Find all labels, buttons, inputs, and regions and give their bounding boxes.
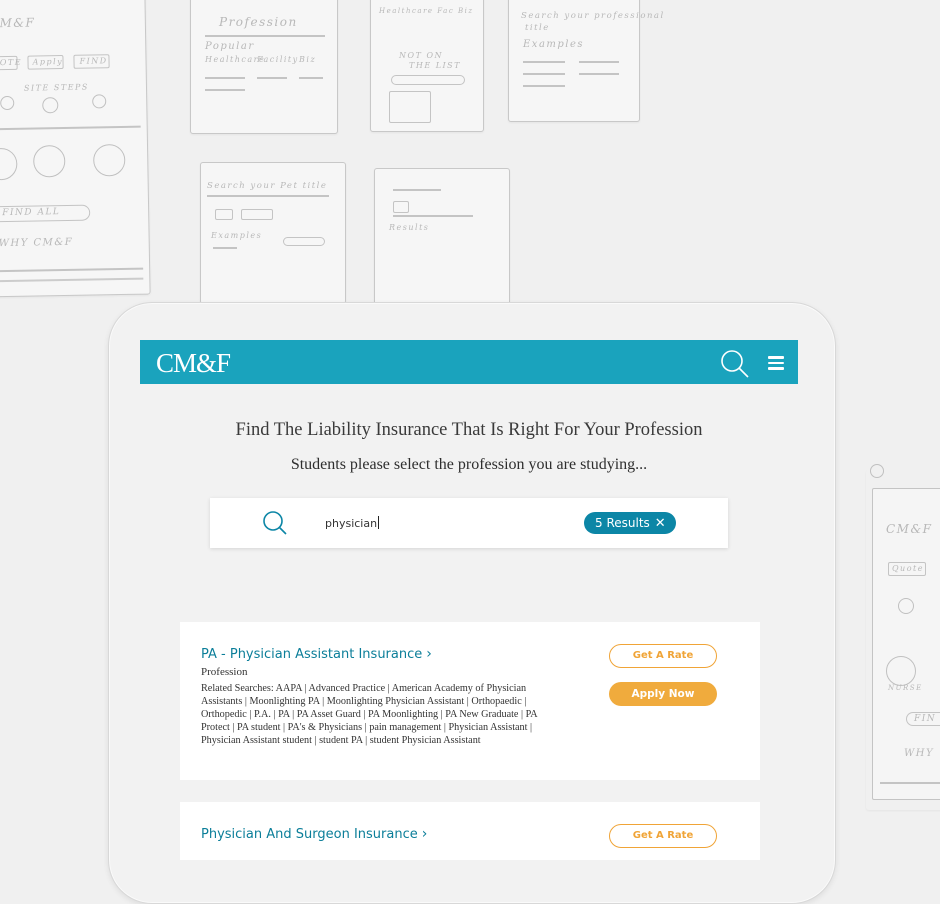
logo[interactable]: CM&F	[156, 348, 231, 379]
sketch-right: CM&F Quote NURSE FIN WHY	[866, 464, 940, 810]
sketch-step-circle	[0, 95, 15, 111]
sketch-line	[207, 195, 329, 197]
sketch-line	[0, 267, 144, 272]
search-input-value: physician	[325, 517, 378, 530]
search-icon[interactable]	[262, 510, 288, 536]
sketch-line	[205, 89, 245, 91]
sketch-step-circle	[42, 97, 59, 114]
sketch-label: Apply	[32, 57, 64, 67]
page-title: Find The Liability Insurance That Is Rig…	[235, 420, 703, 440]
sketch-search-label: Search your professional	[521, 11, 665, 21]
apply-now-button[interactable]: Apply Now	[609, 682, 717, 706]
sketch-line	[523, 73, 565, 75]
sketch-list: THE LIST	[409, 61, 461, 70]
sketch-item: Biz	[299, 55, 317, 64]
sketch-pill	[391, 75, 465, 85]
sketch-why: WHY	[904, 748, 935, 759]
result-title: PA - Physician Assistant Insurance	[201, 647, 423, 662]
sketch-line	[523, 61, 565, 63]
sketch-results: Results	[374, 168, 510, 310]
close-icon[interactable]: ✕	[655, 516, 666, 531]
result-card: Physician And Surgeon Insurance › Get A R…	[180, 802, 760, 860]
sketch-item: Facility	[257, 55, 299, 64]
sketch-not-on: NOT ON	[399, 51, 443, 60]
sketch-profession: Profession Popular Healthcare Facility B…	[190, 0, 338, 134]
sketch-line	[213, 247, 237, 249]
results-count-badge[interactable]: 5 Results ✕	[584, 512, 676, 534]
sketch-line	[299, 77, 323, 79]
result-title-link[interactable]: PA - Physician Assistant Insurance ›	[201, 646, 432, 662]
result-type: Profession	[201, 666, 248, 678]
sketch-icon-circle	[886, 656, 916, 686]
sketch-pill	[283, 237, 325, 246]
sketch-search-title: Search your professional title Examples	[508, 0, 663, 122]
sketch-line	[257, 77, 287, 79]
sketch-line	[393, 189, 441, 191]
sketch-pet-search-label: Search your Pet title	[207, 181, 328, 191]
sketch-examples: Examples	[523, 39, 585, 50]
sketch-icon-circle	[0, 147, 18, 181]
sketch-nurse: NURSE	[888, 684, 923, 692]
get-a-rate-button[interactable]: Get A Rate	[609, 824, 717, 848]
sketch-step-circle	[92, 94, 107, 109]
hamburger-menu-icon[interactable]	[768, 356, 784, 370]
search-bar: physician 5 Results ✕	[210, 498, 728, 548]
sketch-header: Healthcare Fac Biz	[379, 7, 474, 15]
sketch-profession-title: Profession	[219, 15, 298, 29]
sketch-popular: Popular	[205, 41, 255, 52]
search-icon[interactable]	[720, 349, 750, 379]
sketch-right-logo: CM&F	[886, 522, 933, 536]
sketch-line	[205, 35, 325, 37]
sketch-step-circle	[870, 464, 884, 478]
related-searches: Related Searches: AAPA | Advanced Practi…	[201, 683, 538, 746]
sketch-line	[523, 85, 565, 87]
search-input[interactable]: physician	[325, 516, 380, 530]
sketch-line	[0, 125, 141, 130]
sketch-line	[880, 782, 940, 784]
sketch-find-all-label: FIND ALL	[2, 207, 61, 219]
logo-text: CM&F	[156, 348, 231, 378]
sketch-label: UOTE	[0, 57, 23, 68]
sketch-icon-circle	[32, 144, 66, 178]
sketch-quote: Quote	[892, 564, 924, 573]
sketch-site-steps: SITE STEPS	[23, 82, 89, 93]
sketch-results-label: Results	[389, 223, 430, 232]
sketch-step-circle	[898, 598, 914, 614]
sketch-label: FIND	[79, 56, 108, 66]
sketch-box	[393, 201, 409, 213]
sketch-not-on-list: Healthcare Fac Biz NOT ON THE LIST	[370, 0, 484, 132]
text-caret	[378, 516, 380, 529]
sketch-line	[393, 215, 473, 217]
sketch-line	[0, 277, 144, 282]
sketch-search-label: title	[525, 23, 550, 33]
navbar: CM&F	[140, 340, 798, 384]
sketch-box	[215, 209, 233, 220]
sketch-line	[205, 77, 245, 79]
sketch-pet-search: Search your Pet title Examples	[200, 162, 346, 304]
sketch-logo: CM&F	[0, 15, 36, 31]
sketch-fin: FIN	[914, 714, 937, 724]
sketch-why: WHY CM&F	[0, 236, 74, 250]
chevron-right-icon: ›	[426, 646, 432, 662]
results-count-label: 5 Results	[595, 516, 650, 530]
get-a-rate-button[interactable]: Get A Rate	[609, 644, 717, 668]
sketch-line	[579, 61, 619, 63]
sketch-home: CM&F UOTE Apply FIND SITE STEPS FIND ALL…	[0, 0, 151, 298]
sketch-box	[241, 209, 273, 220]
sketch-icon-circle	[92, 143, 126, 177]
sketch-line	[579, 73, 619, 75]
page-subtitle: Students please select the profession yo…	[290, 456, 648, 473]
sketch-box	[389, 91, 431, 123]
sketch-examples: Examples	[211, 231, 263, 240]
tablet-screen: CM&F Find The Liability Insurance That I…	[140, 340, 798, 860]
result-card: PA - Physician Assistant Insurance › Prof…	[180, 622, 760, 780]
